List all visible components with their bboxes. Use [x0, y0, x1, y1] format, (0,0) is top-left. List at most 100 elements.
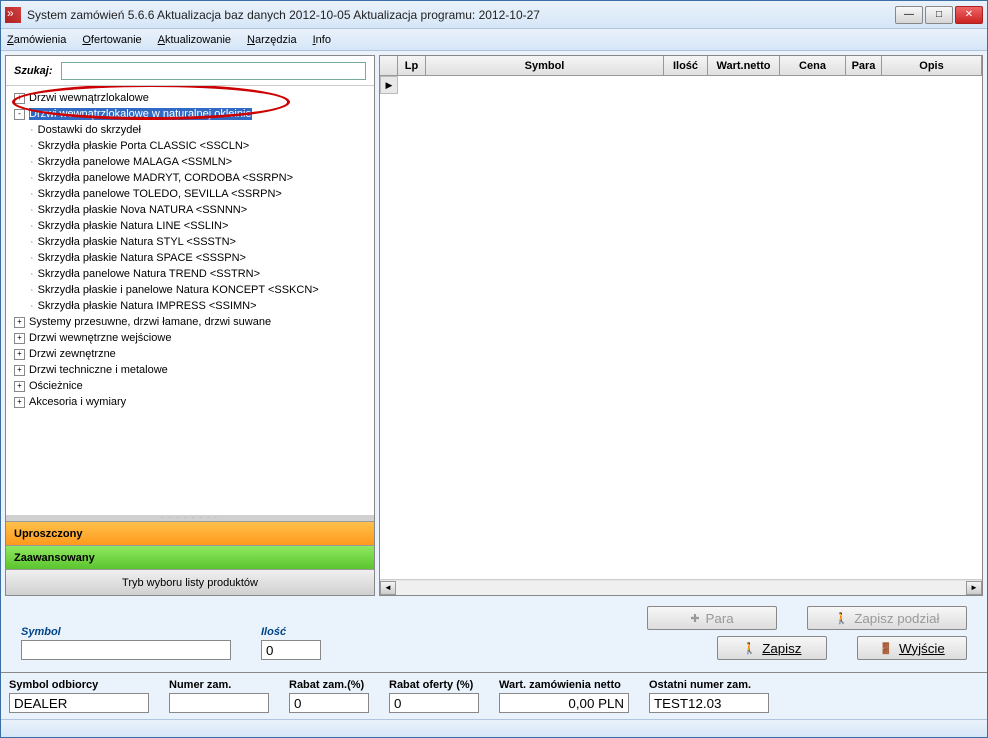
rabat-zam-input[interactable]	[289, 693, 369, 713]
wart-input[interactable]	[499, 693, 629, 713]
menu-aktualizowanie[interactable]: Aktualizowanie	[158, 34, 231, 46]
search-input[interactable]	[61, 62, 366, 80]
tree-item[interactable]: + Systemy przesuwne, drzwi łamane, drzwi …	[8, 314, 372, 330]
close-button[interactable]: ✕	[955, 6, 983, 24]
expand-icon[interactable]: +	[14, 381, 25, 392]
tree-item[interactable]: + Ościeżnice	[8, 378, 372, 394]
tree-item[interactable]: Skrzydła panelowe MADRYT, CORDOBA <SSRPN…	[8, 170, 372, 186]
tree-item[interactable]: + Drzwi wewnętrzne wejściowe	[8, 330, 372, 346]
rabat-oferty-label: Rabat oferty (%)	[389, 679, 479, 691]
grid-col-lp[interactable]: Lp	[398, 56, 426, 75]
expand-icon[interactable]: +	[14, 397, 25, 408]
row-pointer-icon: ▶	[380, 76, 398, 94]
expand-icon[interactable]: +	[14, 317, 25, 328]
bottom-bar: Symbol odbiorcy Numer zam. Rabat zam.(%)…	[1, 672, 987, 719]
expand-icon[interactable]: +	[14, 93, 25, 104]
tree-item-label: Akcesoria i wymiary	[29, 396, 126, 408]
menu-info[interactable]: Info	[313, 34, 331, 46]
plus-icon: ✚	[690, 612, 699, 625]
mode-advanced-button[interactable]: Zaawansowany	[6, 545, 374, 569]
tree-item-label: Skrzydła płaskie Natura IMPRESS <SSIMN>	[30, 300, 257, 312]
collapse-icon[interactable]: -	[14, 109, 25, 120]
numer-zam-input[interactable]	[169, 693, 269, 713]
menu-narzedzia[interactable]: Narzędzia	[247, 34, 297, 46]
tree-item-label: Skrzydła panelowe MALAGA <SSMLN>	[30, 156, 232, 168]
tree-item-label: Drzwi wewnątrzlokalowe	[29, 92, 149, 104]
tree-item-label: Ościeżnice	[29, 380, 83, 392]
tree-item[interactable]: -Drzwi wewnątrzlokalowe w naturalnej okl…	[8, 106, 372, 122]
expand-icon[interactable]: +	[14, 333, 25, 344]
grid-body[interactable]: ▶	[380, 76, 982, 579]
grid-col-opis[interactable]: Opis	[882, 56, 982, 75]
tree-item[interactable]: + Drzwi techniczne i metalowe	[8, 362, 372, 378]
scroll-right-button[interactable]: ►	[966, 581, 982, 595]
tree-item[interactable]: Skrzydła płaskie Porta CLASSIC <SSCLN>	[8, 138, 372, 154]
tree-item[interactable]: Dostawki do skrzydeł	[8, 122, 372, 138]
tree-item-label: Drzwi wewnętrzne wejściowe	[29, 332, 171, 344]
grid-col-para[interactable]: Para	[846, 56, 882, 75]
para-button[interactable]: ✚Para	[647, 606, 777, 630]
numer-zam-label: Numer zam.	[169, 679, 269, 691]
rabat-oferty-input[interactable]	[389, 693, 479, 713]
scroll-left-button[interactable]: ◄	[380, 581, 396, 595]
tree-item-label: Skrzydła płaskie i panelowe Natura KONCE…	[30, 284, 319, 296]
tree-item[interactable]: Skrzydła panelowe MALAGA <SSMLN>	[8, 154, 372, 170]
window-title: System zamówień 5.6.6 Aktualizacja baz d…	[27, 8, 895, 22]
ostatni-input[interactable]	[649, 693, 769, 713]
walk-icon: 🚶	[743, 642, 757, 655]
grid-col-wartnetto[interactable]: Wart.netto	[708, 56, 780, 75]
door-icon: 🚪	[879, 642, 893, 655]
horizontal-scrollbar[interactable]: ◄ ►	[380, 579, 982, 595]
ilosc-input[interactable]	[261, 640, 321, 660]
scroll-track[interactable]	[396, 581, 966, 595]
zapisz-podzial-button[interactable]: 🚶Zapisz podział	[807, 606, 967, 630]
tree-item-label: Systemy przesuwne, drzwi łamane, drzwi s…	[29, 316, 271, 328]
menu-zamowienia[interactable]: Zamówienia	[7, 34, 66, 46]
titlebar: System zamówień 5.6.6 Aktualizacja baz d…	[1, 1, 987, 29]
tree-item[interactable]: + Drzwi zewnętrzne	[8, 346, 372, 362]
menubar: Zamówienia Ofertowanie Aktualizowanie Na…	[1, 29, 987, 51]
tree-item[interactable]: Skrzydła panelowe TOLEDO, SEVILLA <SSRPN…	[8, 186, 372, 202]
left-panel: Szukaj: +Drzwi wewnątrzlokalowe-Drzwi we…	[5, 55, 375, 596]
ostatni-label: Ostatni numer zam.	[649, 679, 769, 691]
tree-item-label: Skrzydła płaskie Nova NATURA <SSNNN>	[30, 204, 247, 216]
grid-col-symbol[interactable]: Symbol	[426, 56, 664, 75]
tree-item[interactable]: Skrzydła płaskie Natura IMPRESS <SSIMN>	[8, 298, 372, 314]
tree-item[interactable]: Skrzydła płaskie Natura LINE <SSLIN>	[8, 218, 372, 234]
tree-item[interactable]: Skrzydła płaskie i panelowe Natura KONCE…	[8, 282, 372, 298]
maximize-button[interactable]: □	[925, 6, 953, 24]
tree-item-label: Skrzydła panelowe MADRYT, CORDOBA <SSRPN…	[30, 172, 293, 184]
grid-col-ilosc[interactable]: Ilość	[664, 56, 708, 75]
zapisz-button[interactable]: 🚶Zapisz	[717, 636, 827, 660]
tree-item-label: Skrzydła panelowe Natura TREND <SSTRN>	[30, 268, 260, 280]
menu-ofertowanie[interactable]: Ofertowanie	[82, 34, 141, 46]
grid-header: Lp Symbol Ilość Wart.netto Cena Para Opi…	[380, 56, 982, 76]
statusbar	[1, 719, 987, 737]
form-area: Symbol Ilość ✚Para 🚶Zapisz podział 🚶Zapi…	[1, 600, 987, 672]
expand-icon[interactable]: +	[14, 365, 25, 376]
tree-item[interactable]: Skrzydła płaskie Nova NATURA <SSNNN>	[8, 202, 372, 218]
app-icon	[5, 7, 21, 23]
grid-col-cena[interactable]: Cena	[780, 56, 846, 75]
tree-item-label: Drzwi zewnętrzne	[29, 348, 116, 360]
mode-tryb-button[interactable]: Tryb wyboru listy produktów	[6, 569, 374, 595]
product-tree[interactable]: + Drzwi wewnątrzlokalowe -Drzwi wewnątrzlo…	[6, 86, 374, 515]
tree-item[interactable]: + Drzwi wewnątrzlokalowe	[8, 90, 372, 106]
tree-item[interactable]: + Akcesoria i wymiary	[8, 394, 372, 410]
tree-item-label: Drzwi techniczne i metalowe	[29, 364, 168, 376]
tree-item[interactable]: Skrzydła płaskie Natura SPACE <SSSPN>	[8, 250, 372, 266]
tree-item-label: Skrzydła panelowe TOLEDO, SEVILLA <SSRPN…	[30, 188, 282, 200]
content-area: Szukaj: +Drzwi wewnątrzlokalowe-Drzwi we…	[1, 51, 987, 600]
mode-simple-button[interactable]: Uproszczony	[6, 521, 374, 545]
expand-icon[interactable]: +	[14, 349, 25, 360]
symbol-label: Symbol	[21, 626, 231, 638]
rabat-zam-label: Rabat zam.(%)	[289, 679, 369, 691]
tree-item[interactable]: Skrzydła płaskie Natura STYL <SSSTN>	[8, 234, 372, 250]
symbol-input[interactable]	[21, 640, 231, 660]
minimize-button[interactable]: —	[895, 6, 923, 24]
wyjscie-button[interactable]: 🚪Wyjście	[857, 636, 967, 660]
symbol-odbiorcy-input[interactable]	[9, 693, 149, 713]
tree-item[interactable]: Skrzydła panelowe Natura TREND <SSTRN>	[8, 266, 372, 282]
app-window: System zamówień 5.6.6 Aktualizacja baz d…	[0, 0, 988, 738]
tree-item-label: Skrzydła płaskie Porta CLASSIC <SSCLN>	[30, 140, 249, 152]
